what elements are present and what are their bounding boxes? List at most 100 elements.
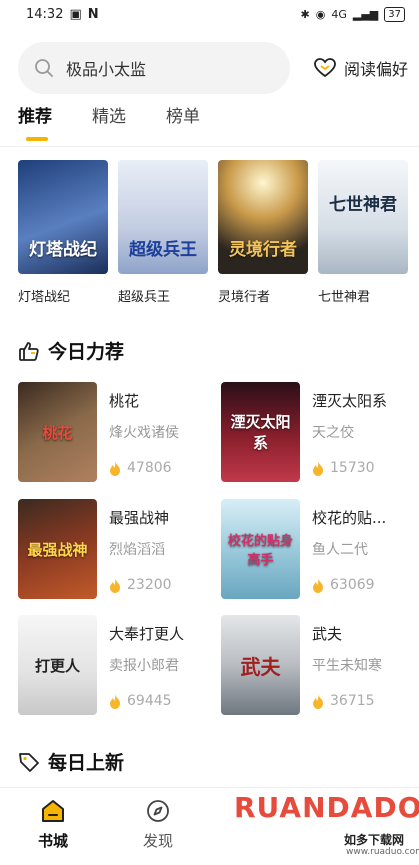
cover-title: 打更人 — [34, 656, 80, 675]
book-card[interactable]: 七世神君 七世神君 — [318, 160, 408, 305]
heat-value: 15730 — [330, 460, 375, 476]
heat-count: 47806 — [109, 460, 205, 476]
status-bar: 14:32 ▣ N ✱ ◉ 4G ▂▄▆ 37 — [0, 0, 419, 28]
flame-icon — [313, 577, 323, 593]
book-cover: 校花的贴身高手 — [221, 499, 300, 599]
reading-preference-button[interactable]: 阅读偏好 — [314, 56, 408, 80]
wifi-icon: ◉ — [315, 7, 326, 21]
flame-icon — [110, 577, 120, 593]
book-cover: 灯塔战纪 — [18, 160, 108, 274]
list-item[interactable]: 最强战神 最强战神 烈焰滔滔 23200 — [18, 499, 208, 599]
book-card[interactable]: 灯塔战纪 灯塔战纪 — [18, 160, 108, 305]
cover-title: 灵境行者 — [229, 240, 297, 260]
book-title: 灵境行者 — [218, 290, 271, 305]
list-item[interactable]: 武夫 武夫 平生未知寒 36715 — [221, 615, 411, 715]
daily-new-heading: 每日上新 — [18, 748, 124, 775]
top-books-row: 灯塔战纪 灯塔战纪 超级兵王 超级兵王 灵境行者 灵境行者 七世神君 七世神君 — [18, 160, 408, 305]
nav-bookstore[interactable]: 书城 — [23, 798, 83, 851]
status-time: 14:32 — [26, 6, 64, 22]
book-author: 卖报小郎君 — [109, 658, 179, 674]
search-input[interactable]: 极品小太监 — [18, 42, 290, 94]
book-card[interactable]: 灵境行者 灵境行者 — [218, 160, 308, 305]
network-label: 4G — [331, 7, 347, 21]
book-cover: 打更人 — [18, 615, 97, 715]
book-card[interactable]: 超级兵王 超级兵王 — [118, 160, 208, 305]
watermark-url: www.ruaduo.com — [346, 847, 419, 857]
tab-featured[interactable]: 精选 — [92, 102, 126, 127]
bluetooth-icon: ✱ — [300, 7, 310, 21]
book-title: 超级兵王 — [118, 290, 171, 305]
tab-rankings[interactable]: 榜单 — [166, 102, 200, 127]
battery-indicator: 37 — [384, 6, 405, 22]
watermark-site-name: 如多下载网 — [344, 833, 405, 847]
nav-discover-label: 发现 — [142, 832, 173, 850]
list-item[interactable]: 湮灭太阳系 湮灭太阳系 天之佼 15730 — [221, 382, 411, 482]
cover-title: 最强战神 — [27, 540, 88, 559]
flame-icon — [313, 693, 323, 709]
heat-count: 23200 — [109, 577, 205, 593]
book-author: 鱼人二代 — [312, 542, 368, 558]
search-icon — [35, 59, 53, 77]
heat-value: 23200 — [127, 577, 172, 593]
book-title: 最强战神 — [109, 509, 170, 527]
heat-value: 63069 — [330, 577, 375, 593]
book-title: 校花的贴... — [312, 509, 387, 527]
book-title: 湮灭太阳系 — [312, 392, 388, 410]
heat-value: 47806 — [127, 460, 172, 476]
flame-icon — [313, 460, 323, 476]
book-title: 武夫 — [312, 625, 343, 643]
reading-preference-label: 阅读偏好 — [343, 60, 408, 79]
heat-count: 63069 — [312, 577, 408, 593]
cover-title: 桃花 — [42, 423, 73, 442]
daily-recommend-heading: 今日力荐 — [18, 337, 124, 364]
search-placeholder: 极品小太监 — [66, 60, 147, 79]
book-title: 灯塔战纪 — [18, 290, 71, 305]
watermark-logo-text: RUANDADO — [234, 791, 419, 824]
book-author: 天之佼 — [312, 425, 354, 441]
nfc-icon: N — [87, 6, 99, 22]
book-cover: 桃花 — [18, 382, 97, 482]
book-cover: 超级兵王 — [118, 160, 208, 274]
heat-count: 36715 — [312, 693, 408, 709]
heat-count: 15730 — [312, 460, 408, 476]
book-author: 烽火戏诸侯 — [109, 425, 179, 441]
list-item[interactable]: 校花的贴身高手 校花的贴... 鱼人二代 63069 — [221, 499, 411, 599]
tab-divider — [0, 146, 419, 147]
watermark-logo: RUANDADO 如多下载网 www.ruaduo.com — [232, 789, 419, 865]
book-title: 桃花 — [109, 392, 140, 410]
cover-title: 武夫 — [240, 654, 281, 679]
book-cover: 湮灭太阳系 — [221, 382, 300, 482]
nav-discover[interactable]: 发现 — [128, 798, 188, 851]
daily-recommend-title: 今日力荐 — [48, 341, 125, 363]
cover-title: 校花的贴身高手 — [227, 534, 293, 568]
heat-value: 36715 — [330, 693, 375, 709]
flame-icon — [110, 693, 120, 709]
nav-bookstore-label: 书城 — [37, 832, 68, 850]
book-title: 大奉打更人 — [109, 625, 185, 643]
heat-value: 69445 — [127, 693, 172, 709]
book-author: 烈焰滔滔 — [109, 542, 165, 558]
thumbs-up-icon — [19, 341, 39, 361]
home-icon — [42, 800, 64, 822]
flame-icon — [110, 460, 120, 476]
book-cover: 灵境行者 — [218, 160, 308, 274]
cover-title: 超级兵王 — [129, 240, 197, 260]
tag-icon — [19, 752, 39, 772]
search-row: 极品小太监 阅读偏好 — [18, 42, 408, 94]
book-cover: 七世神君 — [318, 160, 408, 274]
list-item[interactable]: 桃花 桃花 烽火戏诸侯 47806 — [18, 382, 208, 482]
cover-title: 七世神君 — [329, 195, 397, 215]
book-cover: 最强战神 — [18, 499, 97, 599]
compass-icon — [147, 800, 169, 822]
cover-title: 灯塔战纪 — [29, 240, 97, 260]
list-item[interactable]: 打更人 大奉打更人 卖报小郎君 69445 — [18, 615, 208, 715]
daily-new-title: 每日上新 — [48, 752, 125, 774]
tab-recommended[interactable]: 推荐 — [18, 102, 52, 141]
signal-icon: ▂▄▆ — [352, 7, 379, 21]
screenshot-icon: ▣ — [69, 6, 82, 22]
book-title: 七世神君 — [318, 290, 371, 305]
cover-title: 湮灭太阳系 — [230, 413, 291, 452]
heat-count: 69445 — [109, 693, 205, 709]
category-tabs: 推荐 精选 榜单 — [18, 102, 200, 141]
heart-icon — [314, 58, 336, 78]
